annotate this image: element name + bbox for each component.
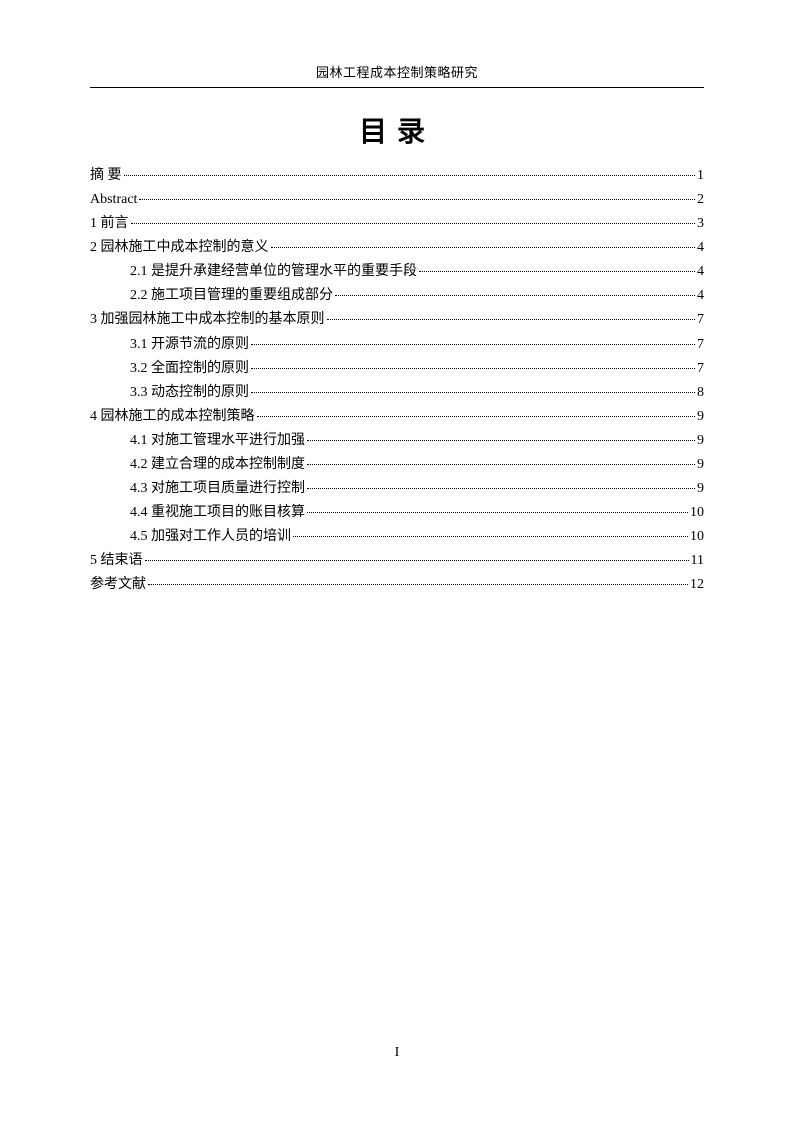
toc-leader-dots (251, 368, 695, 369)
toc-entry-label: 参考文献 (90, 573, 146, 597)
toc-leader-dots (307, 512, 688, 513)
toc-leader-dots (271, 247, 696, 248)
toc-leader-dots (307, 440, 695, 441)
toc-leader-dots (251, 392, 695, 393)
page: 园林工程成本控制策略研究 目录 摘 要1Abstract21 前言32 园林施工… (0, 0, 794, 597)
toc-entry: 参考文献 12 (90, 573, 704, 597)
toc-leader-dots (419, 271, 695, 272)
toc-entry-page: 11 (691, 549, 704, 573)
toc-leader-dots (124, 175, 696, 176)
toc-entry: 4.4 重视施工项目的账目核算 10 (90, 501, 704, 525)
toc-leader-dots (307, 488, 695, 489)
toc-entry-page: 7 (697, 333, 704, 357)
toc-leader-dots (335, 295, 695, 296)
toc-entry-label: 3.2 全面控制的原则 (130, 357, 249, 381)
toc-entry: Abstract 2 (90, 188, 704, 212)
toc-entry-label: 4 园林施工的成本控制策略 (90, 405, 255, 429)
toc-leader-dots (327, 319, 696, 320)
toc-list: 摘 要1Abstract21 前言32 园林施工中成本控制的意义42.1 是提升… (90, 164, 704, 597)
toc-entry-page: 7 (697, 357, 704, 381)
toc-entry-label: 4.2 建立合理的成本控制制度 (130, 453, 305, 477)
toc-entry-page: 3 (697, 212, 704, 236)
toc-entry: 2 园林施工中成本控制的意义 4 (90, 236, 704, 260)
toc-entry-label: 4.1 对施工管理水平进行加强 (130, 429, 305, 453)
toc-entry-page: 1 (697, 164, 704, 188)
toc-entry-label: 4.4 重视施工项目的账目核算 (130, 501, 305, 525)
toc-entry-page: 7 (697, 308, 704, 332)
toc-entry-label: 2.1 是提升承建经营单位的管理水平的重要手段 (130, 260, 417, 284)
toc-entry-page: 9 (697, 429, 704, 453)
toc-entry-page: 9 (697, 477, 704, 501)
header-rule (90, 87, 704, 88)
toc-entry-page: 2 (697, 188, 704, 212)
toc-entry-label: 4.3 对施工项目质量进行控制 (130, 477, 305, 501)
toc-entry-label: 5 结束语 (90, 549, 143, 573)
toc-entry: 2.1 是提升承建经营单位的管理水平的重要手段 4 (90, 260, 704, 284)
toc-entry: 2.2 施工项目管理的重要组成部分 4 (90, 284, 704, 308)
toc-entry-label: 摘 要 (90, 164, 122, 188)
toc-entry-label: 4.5 加强对工作人员的培训 (130, 525, 291, 549)
running-header: 园林工程成本控制策略研究 (90, 62, 704, 87)
toc-entry: 3 加强园林施工中成本控制的基本原则 7 (90, 308, 704, 332)
toc-leader-dots (145, 560, 689, 561)
toc-leader-dots (293, 536, 688, 537)
toc-entry-label: 3 加强园林施工中成本控制的基本原则 (90, 308, 325, 332)
toc-entry: 摘 要 1 (90, 164, 704, 188)
toc-title: 目录 (90, 110, 704, 150)
toc-entry-label: 3.1 开源节流的原则 (130, 333, 249, 357)
toc-entry: 1 前言 3 (90, 212, 704, 236)
toc-leader-dots (139, 199, 695, 200)
toc-entry: 3.1 开源节流的原则 7 (90, 333, 704, 357)
toc-entry-label: Abstract (90, 188, 137, 212)
toc-entry: 4.2 建立合理的成本控制制度 9 (90, 453, 704, 477)
toc-leader-dots (251, 344, 695, 345)
toc-leader-dots (131, 223, 696, 224)
toc-entry: 3.2 全面控制的原则 7 (90, 357, 704, 381)
toc-entry-page: 4 (697, 284, 704, 308)
toc-entry-page: 9 (697, 405, 704, 429)
toc-entry-page: 10 (690, 501, 704, 525)
toc-entry: 5 结束语 11 (90, 549, 704, 573)
toc-entry-page: 10 (690, 525, 704, 549)
toc-entry-page: 8 (697, 381, 704, 405)
toc-entry-page: 9 (697, 453, 704, 477)
toc-leader-dots (307, 464, 695, 465)
toc-entry: 3.3 动态控制的原则 8 (90, 381, 704, 405)
toc-entry: 4.3 对施工项目质量进行控制 9 (90, 477, 704, 501)
toc-entry-label: 3.3 动态控制的原则 (130, 381, 249, 405)
toc-entry-page: 4 (697, 260, 704, 284)
toc-entry: 4.5 加强对工作人员的培训 10 (90, 525, 704, 549)
toc-entry: 4 园林施工的成本控制策略 9 (90, 405, 704, 429)
toc-entry-label: 2.2 施工项目管理的重要组成部分 (130, 284, 333, 308)
toc-entry-label: 2 园林施工中成本控制的意义 (90, 236, 269, 260)
page-number: I (0, 1045, 794, 1061)
toc-entry-page: 4 (697, 236, 704, 260)
toc-leader-dots (148, 584, 688, 585)
toc-entry-page: 12 (690, 573, 704, 597)
toc-entry-label: 1 前言 (90, 212, 129, 236)
toc-entry: 4.1 对施工管理水平进行加强 9 (90, 429, 704, 453)
toc-leader-dots (257, 416, 696, 417)
